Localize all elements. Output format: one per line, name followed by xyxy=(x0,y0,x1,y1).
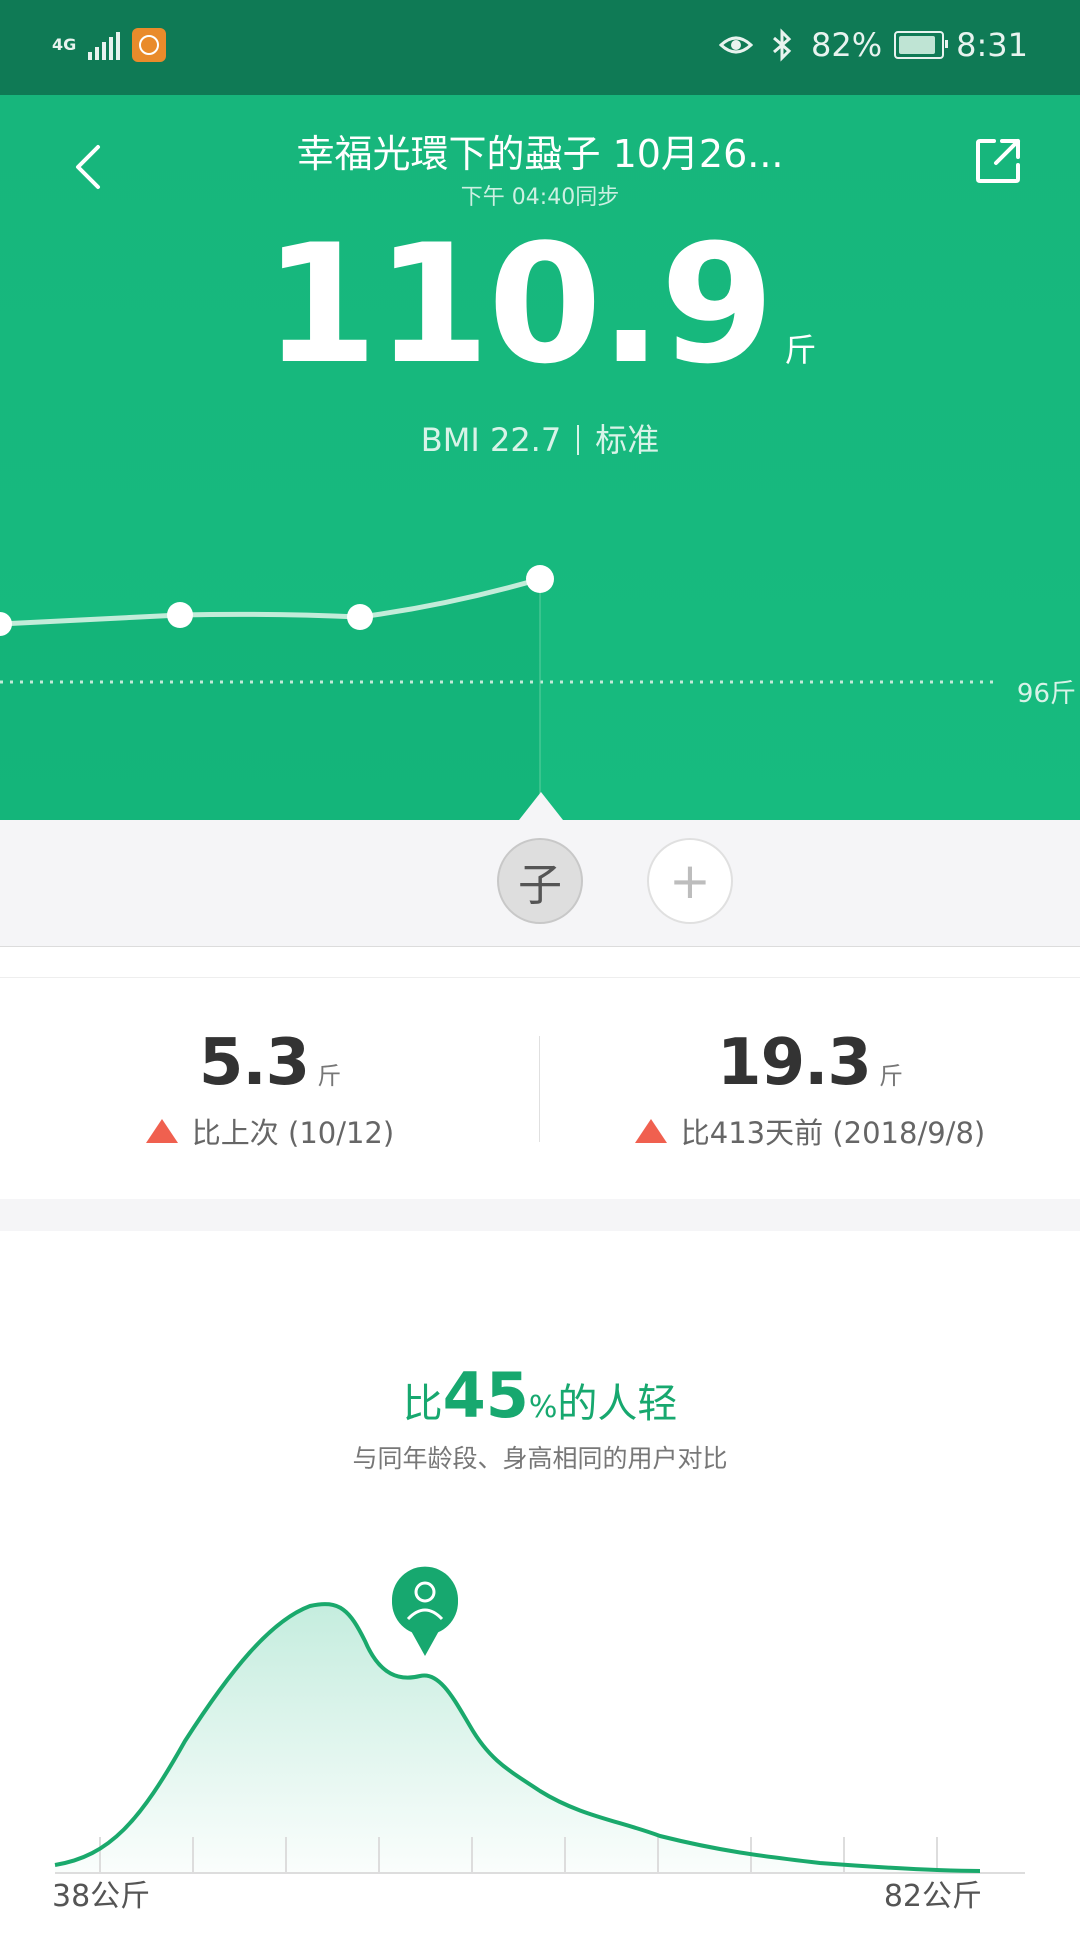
compare-since-note: 比413天前 (2018/9/8) xyxy=(680,1116,986,1150)
compare-last-unit: 斤 xyxy=(317,1062,342,1090)
battery-icon xyxy=(894,31,949,59)
add-user-button[interactable]: + xyxy=(647,838,733,924)
distribution-area xyxy=(55,1604,980,1873)
compare-last-note: 比上次 (10/12) xyxy=(191,1116,395,1150)
up-triangle-icon xyxy=(634,1119,667,1143)
trend-point-selected[interactable] xyxy=(526,565,554,593)
user-avatar[interactable]: 子 xyxy=(497,838,583,924)
compare-since[interactable]: 19.3 斤 比413天前 (2018/9/8) xyxy=(540,1026,1080,1152)
section-gap xyxy=(0,1199,1080,1231)
notification-app-icon xyxy=(132,28,167,62)
compare-last[interactable]: 5.3 斤 比上次 (10/12) xyxy=(0,1026,540,1152)
clock: 8:31 xyxy=(956,26,1028,64)
weight-trend-chart[interactable] xyxy=(0,95,1080,820)
signal-icon xyxy=(88,30,121,60)
network-type: 4G xyxy=(52,35,77,54)
weight-comparison: 5.3 斤 比上次 (10/12) 19.3 斤 比413天前 (2018/9/8) xyxy=(0,977,1080,1200)
battery-percent: 82% xyxy=(811,26,883,64)
compare-since-value: 19.3 xyxy=(717,1026,872,1100)
compare-last-value: 5.3 xyxy=(198,1026,310,1100)
bluetooth-icon xyxy=(773,28,792,62)
status-left: 4G xyxy=(52,28,167,62)
trend-point[interactable] xyxy=(347,604,373,630)
user-pin-icon[interactable] xyxy=(392,1566,458,1656)
eye-icon xyxy=(719,36,754,54)
profile-strip: 子 + xyxy=(0,820,1080,947)
distribution-chart xyxy=(54,1566,1025,1874)
selection-pointer xyxy=(519,792,563,820)
distribution-max-label: 82公斤 xyxy=(883,1879,982,1914)
trend-point[interactable] xyxy=(167,602,193,628)
status-right: 82% 8:31 xyxy=(719,26,1028,64)
distribution-section: 比45%的人轻 与同年龄段、身高相同的用户对比 38公斤 82公斤 xyxy=(0,1231,1080,1938)
compare-since-unit: 斤 xyxy=(878,1062,903,1090)
distribution-min-label: 38公斤 xyxy=(52,1879,151,1914)
status-bar: 4G 82% 8:31 xyxy=(0,0,1080,95)
reference-label: 96斤 xyxy=(1016,679,1076,709)
weight-header: 幸福光環下的蝨子 10月26... 下午 04:40同步 110.9 斤 BMI … xyxy=(0,95,1080,820)
up-triangle-icon xyxy=(145,1119,178,1143)
